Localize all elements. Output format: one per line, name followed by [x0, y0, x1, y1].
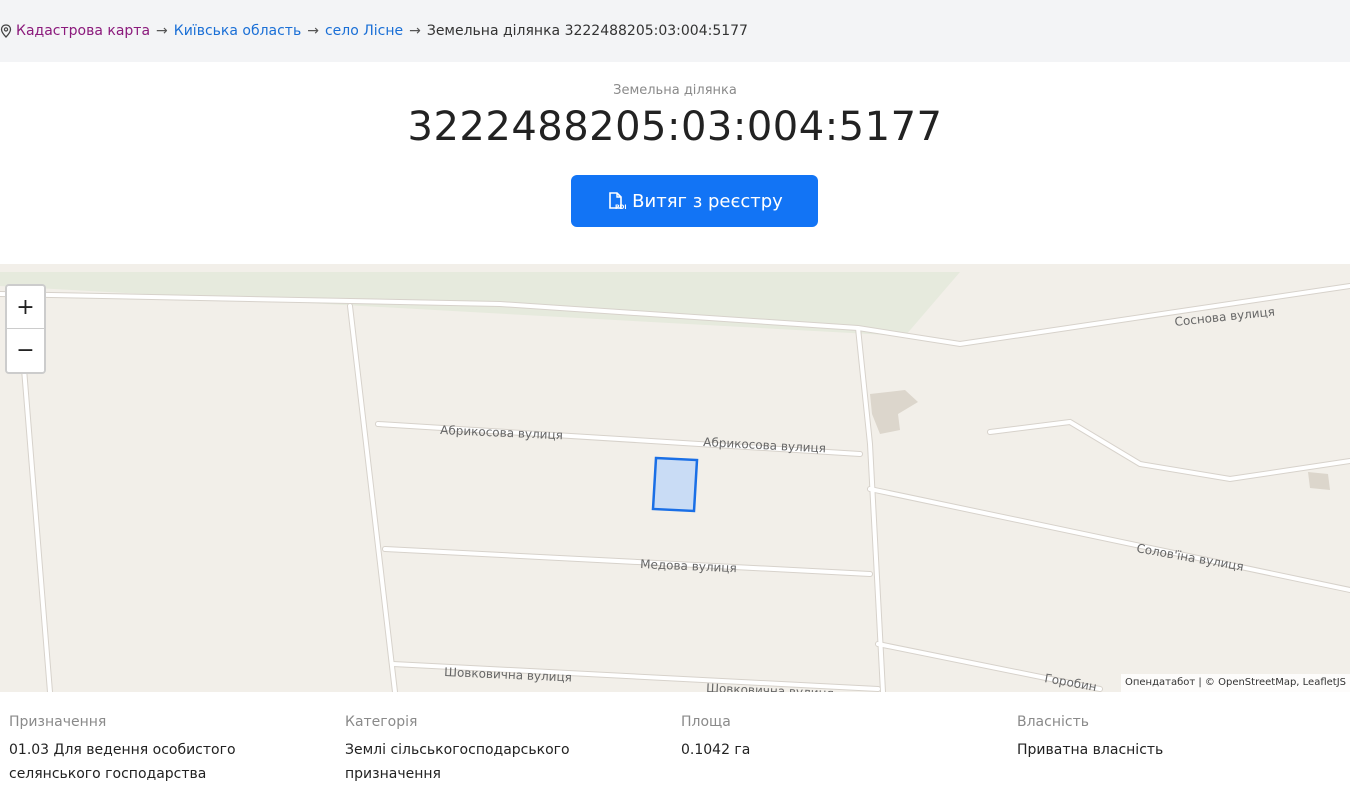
info-purpose: Призначення 01.03 Для ведення особистого…: [9, 714, 309, 786]
registry-extract-button[interactable]: PDF Витяг з реєстру: [571, 175, 818, 227]
breadcrumb: Кадастрова карта → Київська область → се…: [0, 0, 1350, 62]
info-area: Площа 0.1042 га: [681, 714, 981, 762]
breadcrumb-separator: →: [156, 23, 168, 39]
page-subtitle: Земельна ділянка: [613, 83, 737, 98]
street-label-soloviina: Солов'їна вулиця: [1135, 541, 1244, 574]
pdf-file-icon: PDF: [609, 192, 626, 211]
map-canvas[interactable]: Соснова вулиця Абрикосова вулиця Абрикос…: [0, 264, 1350, 692]
building: [1308, 472, 1330, 490]
building: [870, 390, 918, 434]
info-value: 0.1042 га: [681, 742, 751, 758]
street-labels: Соснова вулиця Абрикосова вулиця Абрикос…: [440, 305, 1276, 692]
info-label: Площа: [681, 714, 731, 730]
cadastral-map[interactable]: Соснова вулиця Абрикосова вулиця Абрикос…: [0, 264, 1350, 692]
breadcrumb-separator: →: [409, 23, 421, 39]
street-label-shovkovychna: Шовковична вулиця: [444, 665, 572, 685]
zoom-control: + −: [5, 284, 46, 374]
parcel-info: Призначення 01.03 Для ведення особистого…: [0, 692, 1350, 805]
street-label-horobyn: Горобин: [1043, 671, 1097, 692]
info-value: Землі сільськогосподарського призначення: [345, 742, 570, 782]
parcel-header: Земельна ділянка 3222488205:03:004:5177 …: [0, 62, 1350, 264]
map-attribution[interactable]: Опендатабот | © OpenStreetMap, LeafletJS: [1120, 674, 1350, 692]
info-value: Приватна власність: [1017, 742, 1164, 758]
street-label-abrykosova-1: Абрикосова вулиця: [440, 423, 563, 442]
info-label: Призначення: [9, 714, 107, 730]
street-label-abrykosova-2: Абрикосова вулиця: [703, 435, 826, 455]
registry-extract-label: Витяг з реєстру: [632, 190, 783, 212]
zoom-in-button[interactable]: +: [7, 286, 44, 329]
breadcrumb-current: Земельна ділянка 3222488205:03:004:5177: [426, 23, 748, 39]
info-category: Категорія Землі сільськогосподарського п…: [345, 714, 645, 786]
info-ownership: Власність Приватна власність: [1017, 714, 1317, 762]
map-pin-icon: [0, 24, 12, 38]
breadcrumb-link-cadastral-map[interactable]: Кадастрова карта: [16, 23, 150, 39]
info-label: Власність: [1017, 714, 1089, 730]
info-label: Категорія: [345, 714, 418, 730]
parcel-polygon[interactable]: [651, 456, 699, 513]
info-value: 01.03 Для ведення особистого селянського…: [9, 742, 236, 782]
zoom-out-button[interactable]: −: [7, 329, 44, 372]
breadcrumb-link-village[interactable]: село Лісне: [325, 23, 403, 39]
svg-text:PDF: PDF: [615, 204, 626, 211]
breadcrumb-link-region[interactable]: Київська область: [174, 23, 301, 39]
breadcrumb-separator: →: [307, 23, 319, 39]
street-label-medova: Медова вулиця: [640, 557, 737, 575]
page-title: 3222488205:03:004:5177: [407, 104, 943, 150]
